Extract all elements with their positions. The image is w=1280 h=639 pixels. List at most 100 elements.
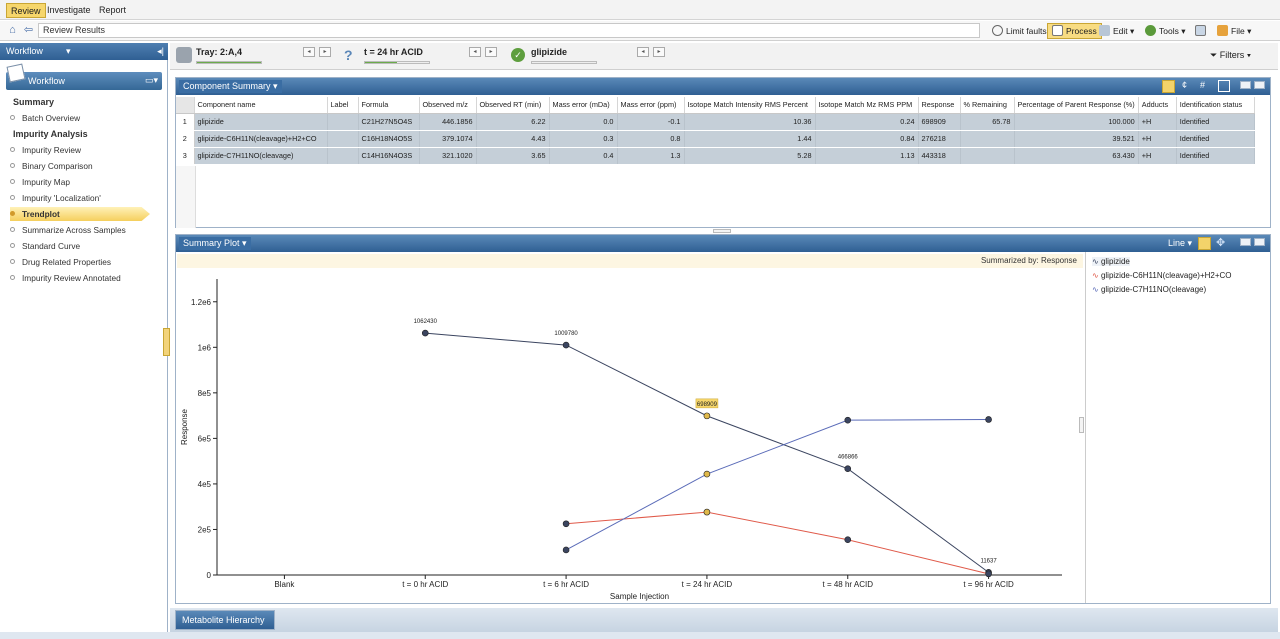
col-observed-rt[interactable]: Observed RT (min) <box>476 97 550 114</box>
component-next-button[interactable]: ▸ <box>653 47 665 57</box>
menu-tab-report[interactable]: Report <box>95 3 130 18</box>
workflow-item-standard-curve[interactable]: Standard Curve <box>10 239 80 253</box>
data-label: 1009780 <box>554 331 578 337</box>
y-tick-label: 1.2e6 <box>191 298 212 307</box>
data-point <box>985 570 992 578</box>
home-icon[interactable]: ⌂ <box>6 24 19 37</box>
x-tick-label: t = 24 hr ACID <box>682 580 733 589</box>
col-mass-error-mda[interactable]: Mass error (mDa) <box>549 97 618 114</box>
file-icon <box>1217 25 1228 36</box>
edit-button[interactable]: Edit ▾ <box>1099 23 1134 39</box>
limit-faults-button[interactable]: Limit faults <box>992 23 1047 39</box>
plot-mode-select[interactable]: Line ▾ <box>1168 238 1192 249</box>
sample-progress <box>364 61 430 64</box>
file-button[interactable]: File ▾ <box>1217 23 1251 39</box>
tab-metabolite-hierarchy[interactable]: Metabolite Hierarchy <box>175 610 275 630</box>
info-icon[interactable] <box>1162 80 1175 93</box>
workflow-item-impurity-localization[interactable]: Impurity 'Localization' <box>10 191 101 205</box>
workflow-item-impurity-review-annotated[interactable]: Impurity Review Annotated <box>10 271 121 285</box>
data-point <box>985 416 992 423</box>
col-identification-status[interactable]: Identification status <box>1176 97 1255 114</box>
filters-button[interactable]: ⏷ Filters ▾ <box>1210 50 1251 61</box>
workflow-item-summarize-across-samples[interactable]: Summarize Across Samples <box>10 223 126 237</box>
workflow-header-label: Workflow <box>6 46 43 56</box>
col-isotope-mz[interactable]: Isotope Match Mz RMS PPM <box>815 97 919 114</box>
back-icon[interactable]: ⇦ <box>22 24 35 37</box>
y-tick-label: 8e5 <box>198 389 212 398</box>
table-row[interactable]: 3 glipizide-C7H11NO(cleavage) C14H16N4O3… <box>176 147 1255 165</box>
tray-next-button[interactable]: ▸ <box>319 47 331 57</box>
address-field[interactable]: Review Results <box>38 23 980 38</box>
trend-chart[interactable]: 0 2e5 4e5 6e5 8e5 1e6 1.2e6 Blank t = 0 hr ACID t… <box>177 269 1083 602</box>
edit-label: Edit <box>1113 26 1128 36</box>
workflow-item-impurity-map[interactable]: Impurity Map <box>10 175 70 189</box>
workflow-item-binary-comparison[interactable]: Binary Comparison <box>10 159 93 173</box>
workflow-menu-icon[interactable]: ▭▾ <box>145 75 158 86</box>
workflow-item-batch-overview[interactable]: Batch Overview <box>10 111 80 125</box>
legend-item-glipizide[interactable]: ∿ glipizide <box>1092 257 1130 266</box>
component-table: Component name Label Formula Observed m/… <box>176 97 1255 165</box>
layout-icon[interactable] <box>1195 23 1209 39</box>
col-adducts[interactable]: Adducts <box>1138 97 1177 114</box>
maximize-icon[interactable] <box>1254 238 1265 246</box>
sample-prev-button[interactable]: ◂ <box>469 47 481 57</box>
col-component-name[interactable]: Component name <box>194 97 328 114</box>
tray-icon <box>176 47 192 63</box>
table-row[interactable]: 1 glipizide C21H27N5O4S 446.1856 6.22 0.… <box>176 113 1255 131</box>
data-point <box>844 536 852 544</box>
tools-label: Tools <box>1159 26 1179 36</box>
section-impurity-analysis: Impurity Analysis <box>13 129 88 139</box>
y-tick-label: 1e6 <box>198 343 212 352</box>
collapse-icon[interactable]: ◂| <box>157 46 164 57</box>
workflow-item-drug-related-properties[interactable]: Drug Related Properties <box>10 255 111 269</box>
component-summary-panel: Component Summary ▾ ¢ # Component name L… <box>175 77 1271 228</box>
col-parent-response[interactable]: Percentage of Parent Response (%) <box>1014 97 1139 114</box>
col-response[interactable]: Response <box>918 97 961 114</box>
clock-icon <box>992 25 1003 36</box>
chart-type-icon[interactable] <box>1198 237 1211 250</box>
legend-item-c6h11n[interactable]: ∿ glipizide-C6H11N(cleavage)+H2+CO <box>1092 271 1232 280</box>
vertical-splitter[interactable] <box>1079 417 1084 433</box>
menu-tab-investigate[interactable]: Investigate <box>43 3 95 18</box>
workflow-panel-header[interactable]: Workflow ▾ ◂| <box>0 43 168 60</box>
select-all-cell[interactable] <box>176 97 195 114</box>
col-observed-mz[interactable]: Observed m/z <box>419 97 477 114</box>
tools-button[interactable]: Tools ▾ <box>1145 23 1185 39</box>
col-label[interactable]: Label <box>327 97 359 114</box>
data-label: 466866 <box>838 455 859 461</box>
menu-tab-review[interactable]: Review <box>6 3 46 18</box>
col-mass-error-ppm[interactable]: Mass error (ppm) <box>617 97 685 114</box>
summary-plot-title[interactable]: Summary Plot ▾ <box>179 237 251 250</box>
sample-next-button[interactable]: ▸ <box>485 47 497 57</box>
col-remaining[interactable]: % Remaining <box>960 97 1015 114</box>
process-button[interactable]: Process <box>1047 23 1102 39</box>
horizontal-splitter[interactable] <box>713 229 731 233</box>
minimize-icon[interactable] <box>1240 81 1251 89</box>
dropdown-icon[interactable]: ▾ <box>66 46 71 57</box>
table-header-row: Component name Label Formula Observed m/… <box>176 97 1255 114</box>
workflow-logo-icon <box>6 63 26 83</box>
minimize-icon[interactable] <box>1240 238 1251 246</box>
maximize-icon[interactable] <box>1254 81 1265 89</box>
table-row[interactable]: 2 glipizide-C6H11N(cleavage)+H2+CO C16H1… <box>176 130 1255 148</box>
workflow-item-trendplot[interactable]: Trendplot <box>10 207 150 221</box>
tray-prev-button[interactable]: ◂ <box>303 47 315 57</box>
workflow-title-bar[interactable]: Workflow ▭▾ <box>6 72 162 90</box>
series-line-0 <box>425 332 989 573</box>
legend-item-c7h11no[interactable]: ∿ glipizide-C7H11NO(cleavage) <box>1092 285 1206 294</box>
component-prev-button[interactable]: ◂ <box>637 47 649 57</box>
col-formula[interactable]: Formula <box>358 97 420 114</box>
filter-funnel-icon[interactable]: ¢ <box>1182 80 1187 90</box>
export-icon[interactable] <box>1218 80 1230 92</box>
y-tick-label: 2e5 <box>198 525 212 534</box>
pan-icon[interactable]: ✥ <box>1216 236 1225 249</box>
panel-splitter-handle[interactable] <box>163 328 170 356</box>
process-icon <box>1052 25 1063 36</box>
component-summary-title[interactable]: Component Summary ▾ <box>179 80 282 93</box>
data-point <box>421 329 429 337</box>
bottom-strip <box>170 608 1278 633</box>
workflow-item-impurity-review[interactable]: Impurity Review <box>10 143 81 157</box>
summary-plot-header: Summary Plot ▾ Line ▾ ✥ <box>176 235 1270 252</box>
grid-icon[interactable]: # <box>1200 80 1205 90</box>
col-isotope-intensity[interactable]: Isotope Match Intensity RMS Percent <box>684 97 816 114</box>
